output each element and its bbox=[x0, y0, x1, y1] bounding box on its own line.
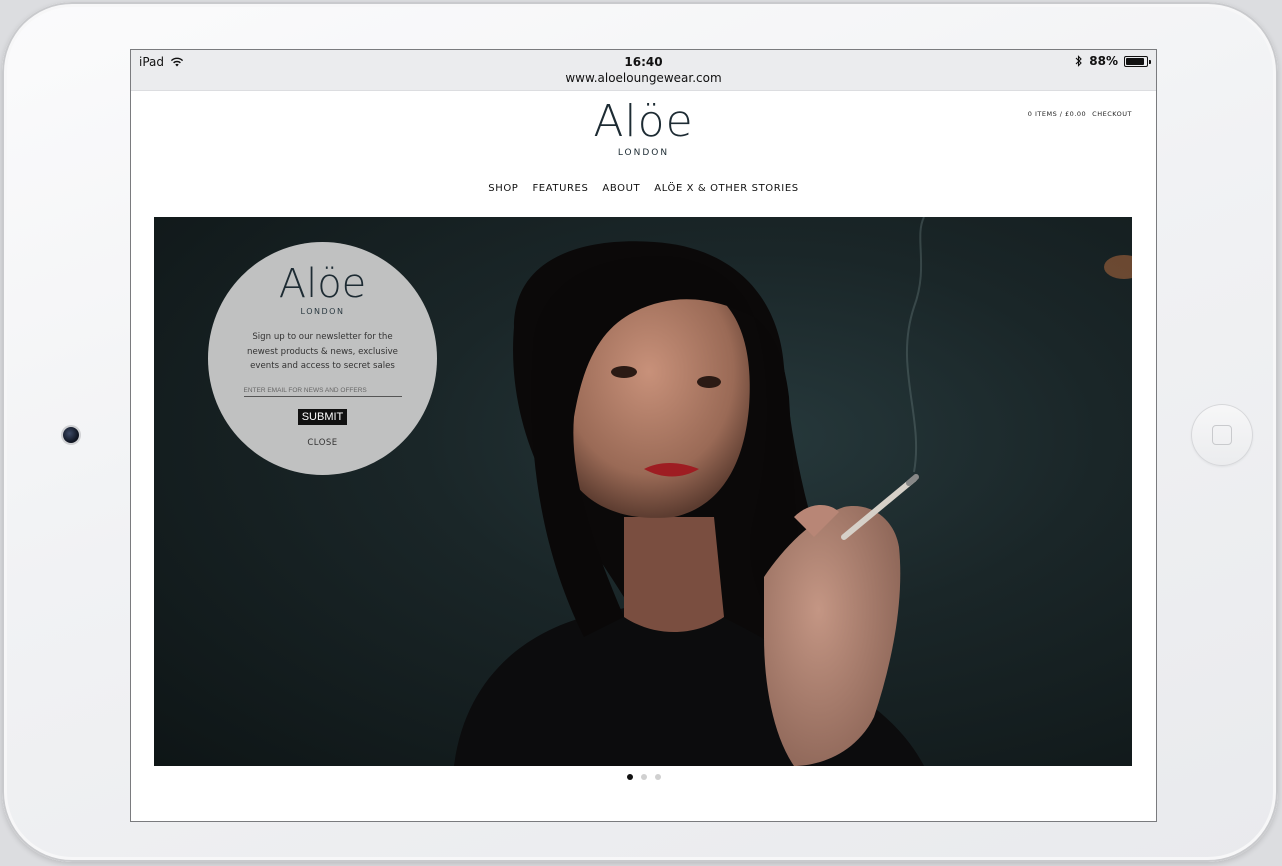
popup-logo-subtitle: LONDON bbox=[300, 307, 345, 316]
nav-item-shop[interactable]: SHOP bbox=[488, 183, 518, 194]
main-nav: SHOP FEATURES ABOUT ALÖE X & OTHER STORI… bbox=[131, 183, 1156, 194]
status-right: 88% bbox=[1075, 54, 1151, 68]
nav-item-about[interactable]: ABOUT bbox=[602, 183, 640, 194]
address-bar[interactable]: www.aloeloungewear.com bbox=[131, 71, 1156, 85]
battery-fill bbox=[1126, 57, 1145, 65]
battery-icon bbox=[1124, 55, 1151, 67]
popup-logo: Alöe bbox=[278, 261, 367, 307]
battery-percent: 88% bbox=[1089, 54, 1118, 68]
carousel-dot[interactable] bbox=[626, 774, 633, 780]
screen: iPad 16:40 www.aloeloungewear.com 88% Al… bbox=[130, 49, 1157, 822]
site-logo[interactable]: Alöe LONDON bbox=[131, 96, 1156, 159]
logo-wordmark: Alöe bbox=[593, 96, 694, 147]
newsletter-submit-button[interactable]: SUBMIT bbox=[297, 408, 348, 425]
carousel-dot[interactable] bbox=[640, 774, 647, 780]
nav-item-features[interactable]: FEATURES bbox=[532, 183, 588, 194]
home-button[interactable] bbox=[1191, 404, 1253, 466]
home-square-icon bbox=[1212, 425, 1232, 445]
checkout-link[interactable]: CHECKOUT bbox=[1092, 110, 1132, 118]
ipad-device: iPad 16:40 www.aloeloungewear.com 88% Al… bbox=[2, 2, 1278, 862]
cart-summary: 0 ITEMS / £0.00 CHECKOUT bbox=[1028, 110, 1132, 118]
nav-item-other-stories[interactable]: ALÖE X & OTHER STORIES bbox=[654, 183, 798, 194]
status-time: 16:40 bbox=[624, 55, 663, 69]
carousel-dot[interactable] bbox=[654, 774, 661, 780]
newsletter-email-input[interactable] bbox=[243, 386, 402, 397]
newsletter-popup: Alöe LONDON Sign up to our newsletter fo… bbox=[208, 242, 437, 475]
popup-message: Sign up to our newsletter for the newest… bbox=[247, 332, 398, 371]
logo-subtitle: LONDON bbox=[617, 148, 670, 158]
carousel-dots bbox=[131, 774, 1156, 780]
hero-carousel[interactable]: Alöe LONDON Sign up to our newsletter fo… bbox=[154, 217, 1132, 766]
camera-icon bbox=[63, 427, 79, 443]
bluetooth-icon bbox=[1075, 55, 1083, 67]
battery-tip bbox=[1149, 59, 1151, 64]
status-bar: iPad 16:40 www.aloeloungewear.com 88% bbox=[131, 50, 1156, 91]
cart-items-link[interactable]: 0 ITEMS / £0.00 bbox=[1028, 110, 1086, 118]
popup-close-button[interactable]: CLOSE bbox=[208, 438, 437, 448]
